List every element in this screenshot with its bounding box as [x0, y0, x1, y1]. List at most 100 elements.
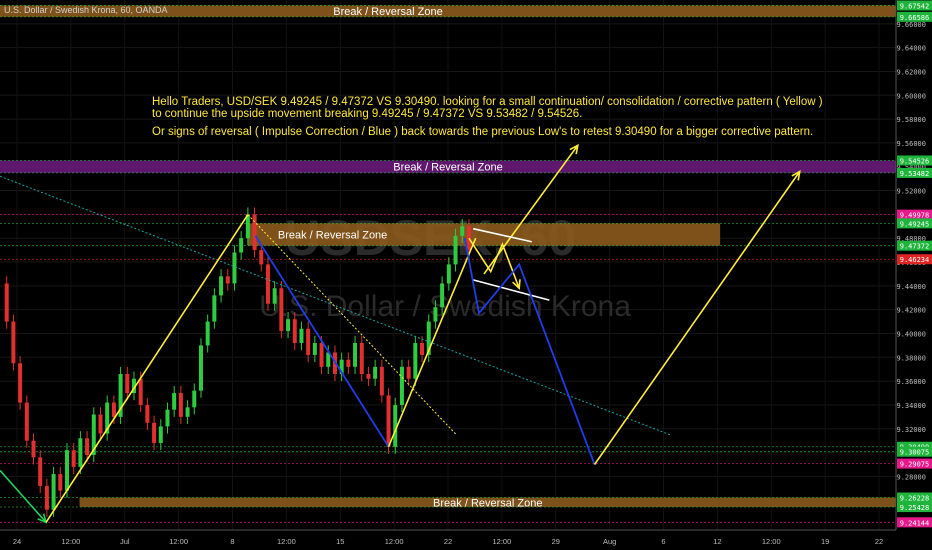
candle-body — [460, 226, 465, 236]
time-axis-background — [0, 530, 932, 550]
price-tick-label: 9.38000 — [896, 354, 926, 362]
price-tick-label: 9.36000 — [896, 378, 926, 386]
price-badge-label: 9.30075 — [900, 449, 930, 457]
price-tick-label: 9.32000 — [896, 426, 926, 434]
price-badge-label: 9.67542 — [900, 2, 930, 10]
time-tick-label: Jul — [120, 537, 130, 546]
candle-body — [353, 343, 358, 367]
candle-body — [24, 402, 29, 441]
time-tick-label: 22 — [875, 537, 883, 546]
candle-body — [399, 366, 404, 405]
candle-body — [306, 328, 311, 355]
candle-body — [319, 343, 324, 367]
candle-body — [279, 288, 284, 332]
time-tick-label: 19 — [821, 537, 829, 546]
time-tick-label: 12:00 — [385, 537, 404, 546]
candle-body — [420, 343, 425, 355]
candle-body — [64, 450, 69, 491]
candle-body — [292, 319, 297, 344]
candle-body — [225, 276, 230, 284]
candle-body — [38, 457, 43, 486]
candle-body — [51, 474, 56, 510]
time-tick-label: 29 — [552, 537, 560, 546]
chart-canvas[interactable]: USDSEK, 60 U.S. Dollar / Swedish Krona B… — [0, 0, 932, 550]
candle-body — [252, 214, 257, 251]
price-tick-label: 9.52000 — [896, 188, 926, 196]
price-tick-label: 9.60000 — [896, 92, 926, 100]
price-tick-label: 9.42000 — [896, 307, 926, 315]
price-tick-label: 9.34000 — [896, 402, 926, 410]
candle-body — [205, 321, 210, 346]
candle-body — [239, 238, 244, 253]
candle-body — [446, 264, 451, 284]
time-tick-label: Aug — [603, 537, 616, 546]
candle-body — [219, 276, 224, 296]
candle-body — [366, 373, 371, 379]
candle-body — [453, 235, 458, 265]
candle-body — [172, 393, 177, 410]
candle-body — [11, 321, 16, 364]
candle-body — [286, 319, 291, 332]
time-tick-label: 15 — [336, 537, 344, 546]
candle-body — [152, 422, 157, 444]
candle-body — [178, 393, 183, 417]
time-axis[interactable]: 24 12:00 Jul 12:00 8 12:00 15 12:00 22 12:00 29 Aug… — [0, 529, 932, 550]
annotation-line-2: to continue the upside movement breaking… — [152, 108, 582, 120]
watermark-name: U.S. Dollar / Swedish Krona — [259, 290, 631, 323]
candle-body — [85, 438, 90, 455]
time-tick-label: 6 — [661, 537, 665, 546]
annotation-line-1: Hello Traders, USD/SEK 9.49245 / 9.47372… — [152, 96, 823, 108]
price-tick-label: 9.58000 — [896, 116, 926, 124]
candle-body — [192, 390, 197, 408]
candle-body — [272, 288, 277, 304]
candle-body — [138, 378, 143, 405]
candle-body — [433, 307, 438, 322]
candle-body — [346, 359, 351, 367]
candle-body — [44, 485, 49, 510]
time-tick-label: 22 — [444, 537, 452, 546]
candle-body — [31, 440, 36, 458]
candle-body — [185, 407, 190, 417]
price-badge-label: 9.25428 — [900, 504, 930, 512]
candle-body — [379, 366, 384, 396]
candle-body — [265, 264, 270, 304]
candle-body — [165, 409, 170, 427]
price-badge-label: 9.24144 — [900, 519, 930, 527]
price-tick-label: 9.56000 — [896, 140, 926, 148]
time-tick-label: 12 — [713, 537, 721, 546]
chart-background — [0, 0, 932, 550]
candle-body — [71, 450, 76, 467]
time-tick-label: 12:00 — [762, 537, 781, 546]
price-badge-label: 9.46234 — [900, 256, 930, 264]
symbol-title: U.S. Dollar / Swedish Krona, 60, OANDA — [4, 5, 168, 15]
zone-label: Break / Reversal Zone — [278, 230, 387, 242]
price-badge-label: 9.26228 — [900, 495, 930, 503]
zone-label: Break / Reversal Zone — [393, 162, 502, 174]
price-tick-label: 9.64000 — [896, 45, 926, 53]
price-badge-label: 9.54526 — [900, 157, 930, 165]
time-tick-label: 12:00 — [61, 537, 80, 546]
candle-body — [198, 345, 203, 391]
candle-body — [158, 426, 163, 444]
candle-body — [386, 395, 391, 447]
annotation-line-3: Or signs of reversal ( Impulse Correctio… — [152, 126, 813, 138]
candle-body — [4, 283, 9, 322]
candle-body — [312, 343, 317, 355]
candle-body — [440, 283, 445, 308]
candle-body — [299, 328, 304, 344]
time-tick-label: 8 — [230, 537, 234, 546]
candle-body — [413, 343, 418, 379]
candle-body — [58, 474, 63, 491]
candle-body — [125, 373, 130, 394]
candle-body — [406, 366, 411, 379]
candle-body — [78, 438, 83, 467]
candle-body — [145, 404, 150, 423]
candle-body — [98, 414, 103, 434]
price-tick-label: 9.62000 — [896, 68, 926, 76]
price-tick-label: 9.40000 — [896, 330, 926, 338]
price-badge-label: 9.66586 — [900, 14, 930, 22]
time-tick-label: 12:00 — [169, 537, 188, 546]
price-badge-label: 9.49245 — [900, 220, 930, 228]
zone-label: Break / Reversal Zone — [333, 6, 442, 18]
price-badge-label: 9.47372 — [900, 243, 930, 251]
